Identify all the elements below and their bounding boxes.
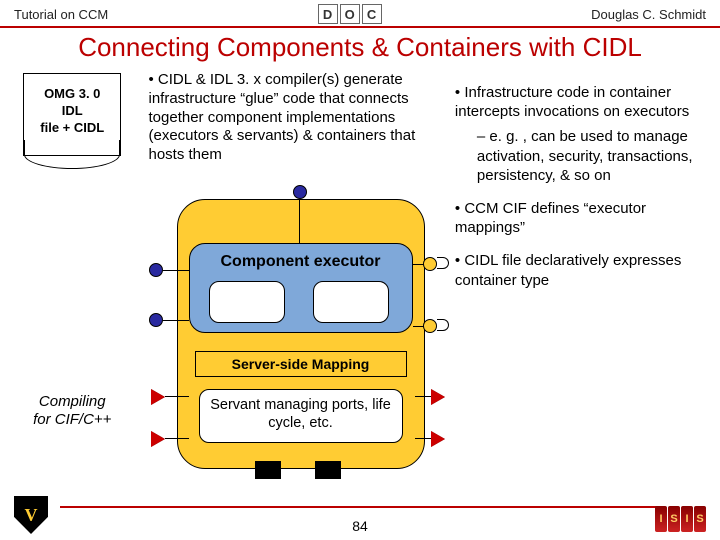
facet-port-icon xyxy=(149,263,163,277)
connector-line xyxy=(163,320,189,322)
slide-body: OMG 3. 0 IDL file + CIDL Compiling for C… xyxy=(0,69,720,479)
subbullet-eg: – e. g. , can be used to manage activati… xyxy=(455,127,706,185)
connector-line xyxy=(163,270,189,272)
event-sink-icon xyxy=(431,389,445,405)
receptacle-port-icon xyxy=(423,319,437,333)
component-diagram: Component executor Server-side Mapping S… xyxy=(145,179,445,479)
header-left: Tutorial on CCM xyxy=(14,7,108,22)
header-logo: D O C xyxy=(108,4,591,24)
idl-file-icon: OMG 3. 0 IDL file + CIDL xyxy=(23,73,121,156)
facet-port-icon xyxy=(293,185,307,199)
compiling-caption: Compiling for CIF/C++ xyxy=(33,393,111,429)
slide-title: Connecting Components & Containers with … xyxy=(0,28,720,69)
bullet-cidl-file: • CIDL file declaratively expresses cont… xyxy=(455,251,706,289)
logo-letter-d: D xyxy=(318,4,338,24)
header-right: Douglas C. Schmidt xyxy=(591,7,706,22)
facet-port-icon xyxy=(149,313,163,327)
home-port-icon xyxy=(255,461,281,479)
bullet-cif: • CCM CIF defines “executor mappings” xyxy=(455,199,706,237)
footer-divider xyxy=(60,506,660,508)
receptacle-socket-icon xyxy=(437,319,449,331)
connector-line xyxy=(299,199,301,243)
page-number: 84 xyxy=(0,518,720,534)
event-sink-icon xyxy=(431,431,445,447)
logo-letter-c: C xyxy=(362,4,382,24)
slide-header: Tutorial on CCM D O C Douglas C. Schmidt xyxy=(0,0,720,28)
receptacle-socket-icon xyxy=(437,257,449,269)
right-column: • Infrastructure code in container inter… xyxy=(453,69,712,479)
executor-label: Component executor xyxy=(193,253,409,271)
bullet-infrastructure: • Infrastructure code in container inter… xyxy=(455,83,706,121)
middle-column: • CIDL & IDL 3. x compiler(s) generate i… xyxy=(137,69,453,479)
connector-line xyxy=(165,438,189,440)
servant-box: Servant managing ports, life cycle, etc. xyxy=(199,389,403,443)
event-source-icon xyxy=(151,431,165,447)
home-port-icon xyxy=(315,461,341,479)
receptacle-port-icon xyxy=(423,257,437,271)
top-bullet: • CIDL & IDL 3. x compiler(s) generate i… xyxy=(145,69,453,171)
executor-inner-box xyxy=(209,281,285,323)
executor-inner-box xyxy=(313,281,389,323)
connector-line xyxy=(165,396,189,398)
idl-file-label: OMG 3. 0 IDL file + CIDL xyxy=(40,86,104,135)
isis-logo-icon: ISIS xyxy=(655,506,706,532)
mapping-box: Server-side Mapping xyxy=(195,351,407,377)
logo-letter-o: O xyxy=(340,4,360,24)
event-source-icon xyxy=(151,389,165,405)
left-column: OMG 3. 0 IDL file + CIDL Compiling for C… xyxy=(8,69,137,479)
